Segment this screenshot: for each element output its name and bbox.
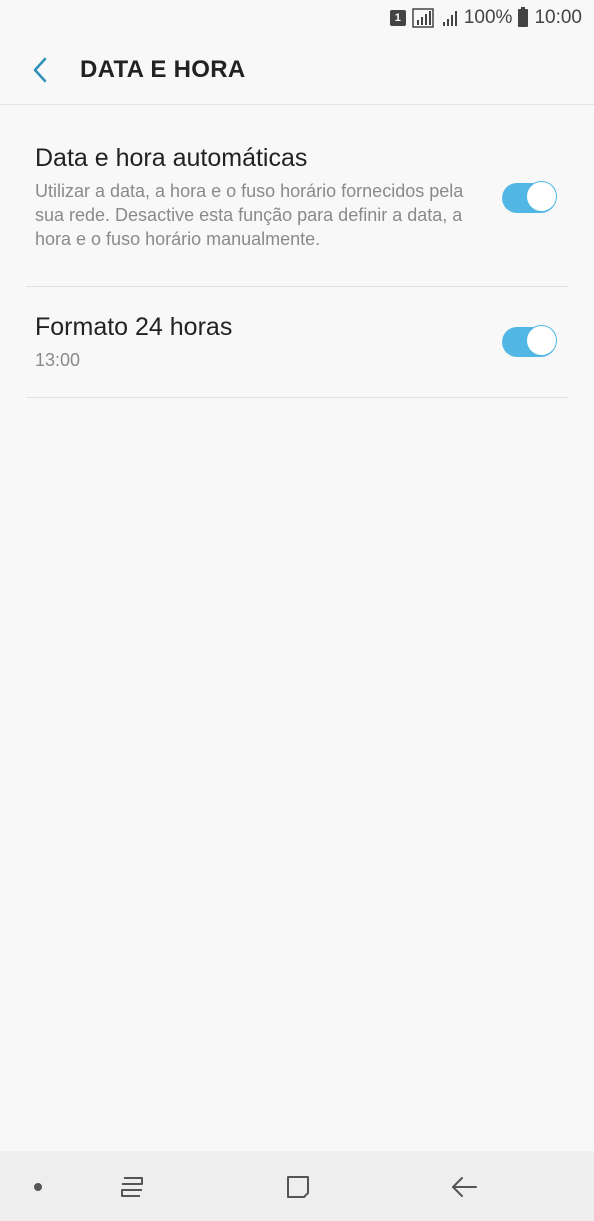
clock: 10:00: [534, 7, 582, 28]
battery-level: 100%: [463, 7, 513, 28]
setting-title: Data e hora automáticas: [35, 144, 308, 172]
toggle-knob: [526, 325, 557, 356]
auto-date-time-toggle[interactable]: [502, 180, 557, 213]
setting-auto-date-time[interactable]: Data e hora automáticas Utilizar a data,…: [26, 105, 568, 287]
sim-icon: 1: [389, 10, 406, 26]
setting-description: Utilizar a data, a hora e o fuso horário…: [35, 181, 464, 249]
setting-title: Formato 24 horas: [35, 312, 233, 341]
setting-description: 13:00: [35, 349, 81, 370]
app-header: DATA E HORA: [0, 36, 594, 105]
setting-text: Formato 24 horas 13:00: [26, 313, 502, 372]
page-title: DATA E HORA: [80, 56, 246, 83]
nav-back-button[interactable]: [448, 1171, 480, 1203]
setting-24-hour-format[interactable]: Formato 24 horas 13:00: [26, 287, 568, 398]
toggle-knob: [526, 180, 557, 212]
back-arrow-icon: [33, 57, 47, 83]
back-icon: [452, 1177, 477, 1197]
24-hour-format-toggle[interactable]: [502, 325, 557, 357]
status-bar: 1 100% 10:00: [0, 0, 594, 36]
home-icon: [287, 1176, 309, 1198]
home-button[interactable]: [282, 1171, 314, 1203]
signal-icon: [412, 8, 436, 28]
nav-indicator-dot: [34, 1183, 42, 1191]
signal-secondary-icon: [442, 10, 458, 26]
recent-apps-icon: [121, 1177, 143, 1197]
setting-text: Data e hora automáticas Utilizar a data,…: [26, 144, 502, 251]
back-button[interactable]: [20, 50, 60, 90]
navigation-bar: [0, 1151, 594, 1221]
settings-list: Data e hora automáticas Utilizar a data,…: [26, 105, 568, 398]
recent-apps-button[interactable]: [116, 1171, 148, 1203]
battery-icon: [518, 7, 529, 27]
